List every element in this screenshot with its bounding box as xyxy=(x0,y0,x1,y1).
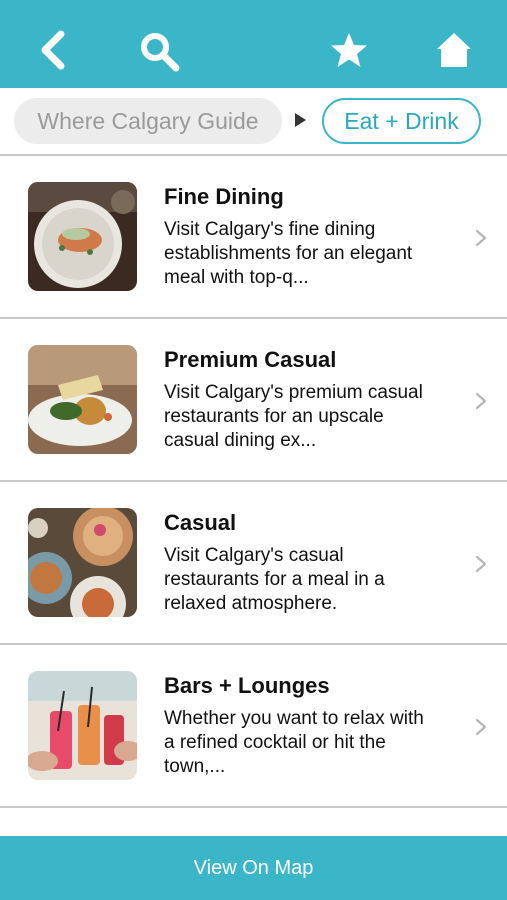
home-button[interactable] xyxy=(426,30,482,86)
fine-dining-thumbnail xyxy=(28,182,137,291)
list-item-title: Casual xyxy=(164,510,237,535)
view-on-map-button[interactable]: View On Map xyxy=(0,836,507,900)
list-item-title: Bars + Lounges xyxy=(164,673,330,698)
chevron-right-icon xyxy=(475,392,487,410)
breadcrumb: Where Calgary Guide Eat + Drink xyxy=(0,88,507,156)
list-item-description: Visit Calgary's premium casual restauran… xyxy=(164,382,423,451)
breadcrumb-root[interactable]: Where Calgary Guide xyxy=(14,98,282,144)
chevron-left-icon xyxy=(41,30,65,70)
list-item-casual[interactable]: Casual Visit Calgary's casual restaurant… xyxy=(0,482,507,645)
breadcrumb-separator-icon xyxy=(295,113,306,127)
search-icon xyxy=(141,33,180,72)
category-list: Fine Dining Visit Calgary's fine dining … xyxy=(0,156,507,808)
list-item-title: Fine Dining xyxy=(164,184,284,209)
list-item-description: Visit Calgary's casual restaurants for a… xyxy=(164,545,385,614)
home-icon xyxy=(437,33,471,67)
back-button[interactable] xyxy=(26,30,82,86)
list-item-description: Whether you want to relax with a refined… xyxy=(164,708,424,777)
bars-lounges-thumbnail xyxy=(28,671,137,780)
top-nav-bar xyxy=(0,0,507,88)
search-button[interactable] xyxy=(132,30,188,86)
casual-thumbnail xyxy=(28,508,137,617)
breadcrumb-current[interactable]: Eat + Drink xyxy=(322,98,481,144)
list-item-bars-lounges[interactable]: Bars + Lounges Whether you want to relax… xyxy=(0,645,507,808)
list-item-title: Premium Casual xyxy=(164,347,337,372)
star-icon xyxy=(331,33,367,67)
favorites-button[interactable] xyxy=(321,30,377,86)
list-item-description: Visit Calgary's fine dining establishmen… xyxy=(164,219,413,288)
chevron-right-icon xyxy=(475,555,487,573)
list-item-premium-casual[interactable]: Premium Casual Visit Calgary's premium c… xyxy=(0,319,507,482)
view-on-map-label: View On Map xyxy=(193,856,314,879)
list-item-fine-dining[interactable]: Fine Dining Visit Calgary's fine dining … xyxy=(0,156,507,319)
premium-casual-thumbnail xyxy=(28,345,137,454)
chevron-right-icon xyxy=(475,229,487,247)
chevron-right-icon xyxy=(475,718,487,736)
